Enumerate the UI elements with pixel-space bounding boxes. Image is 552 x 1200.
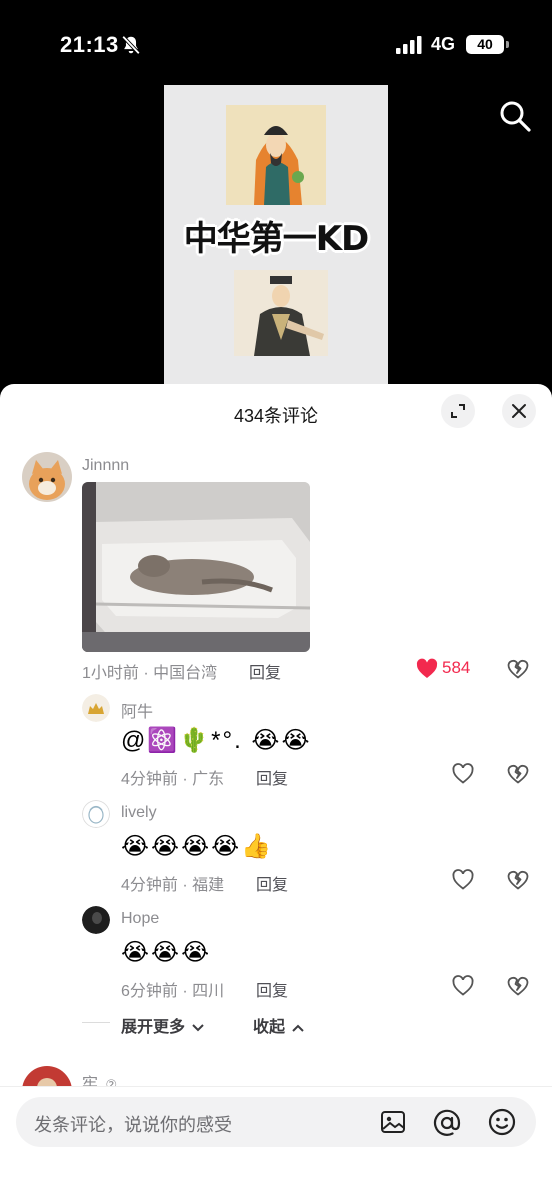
bell-off-icon: [121, 35, 141, 55]
collapse-label: 收起: [253, 1019, 286, 1036]
broken-heart-icon[interactable]: [506, 974, 530, 998]
reply-time-location: 6分钟前 · 四川: [121, 983, 225, 1000]
comment-input[interactable]: 发条评论，说说你的感受: [16, 1097, 536, 1147]
avatar[interactable]: [82, 800, 110, 828]
video-title-overlay: 中华第一KD: [183, 219, 370, 259]
emoji-icon[interactable]: [488, 1108, 516, 1136]
warrior-portrait-image: [234, 270, 328, 356]
expand-button[interactable]: [441, 394, 475, 428]
chevron-up-icon: [292, 1024, 305, 1032]
cat-in-coffin-photo: [82, 482, 310, 652]
reply-text: 😭😭😭: [121, 939, 212, 966]
comment-username[interactable]: Jinnnn: [82, 457, 129, 475]
comment-input-placeholder: 发条评论，说说你的感受: [34, 1115, 232, 1135]
heart-icon[interactable]: [451, 868, 475, 892]
status-bar: 21:13 4G 40: [0, 0, 552, 90]
comment-time-location: 1小时前 · 中国台湾: [82, 665, 218, 682]
at-icon[interactable]: [433, 1109, 461, 1137]
comment-input-bar: 发条评论，说说你的感受: [0, 1086, 552, 1200]
status-time: 21:13: [60, 32, 119, 57]
like-count: 584: [442, 658, 471, 677]
broken-heart-icon[interactable]: [506, 762, 530, 786]
heart-icon[interactable]: [451, 762, 475, 786]
signal-icon: [396, 36, 422, 54]
broken-heart-icon[interactable]: [506, 657, 530, 681]
network-type: 4G: [431, 34, 456, 54]
collapse-button[interactable]: 收起: [253, 1013, 305, 1037]
heart-icon[interactable]: [451, 974, 475, 998]
search-icon[interactable]: [497, 98, 533, 134]
reply-text: 😭😭😭😭👍: [121, 833, 274, 860]
video-player[interactable]: 中华第一KD: [164, 85, 388, 385]
reply-time-location: 4分钟前 · 福建: [121, 877, 225, 894]
avatar[interactable]: [82, 694, 110, 722]
reply-button[interactable]: 回复: [256, 871, 288, 895]
reply-button[interactable]: 回复: [256, 977, 288, 1001]
close-button[interactable]: [502, 394, 536, 428]
reply-button[interactable]: 回复: [256, 765, 288, 789]
emperor-portrait-image: [226, 105, 326, 205]
reply-username[interactable]: 阿牛: [121, 698, 153, 722]
comment-image[interactable]: [82, 482, 310, 652]
close-icon: [512, 404, 526, 418]
heart-icon[interactable]: [415, 657, 439, 681]
avatar[interactable]: [82, 906, 110, 934]
broken-heart-icon[interactable]: [506, 868, 530, 892]
reply-button[interactable]: 回复: [249, 659, 281, 683]
image-icon[interactable]: [380, 1109, 406, 1135]
battery-level: 40: [466, 35, 509, 54]
reply-text: @⚛️🌵*°. 😭😭: [121, 727, 312, 754]
expand-more-label: 展开更多: [121, 1019, 186, 1036]
expand-more-button[interactable]: 展开更多: [121, 1013, 205, 1037]
reply-time-location: 4分钟前 · 广东: [121, 771, 225, 788]
expand-icon: [451, 404, 465, 418]
chevron-down-icon: [192, 1024, 205, 1032]
divider-line: [82, 1022, 110, 1023]
reply-username[interactable]: lively: [121, 804, 157, 822]
comments-sheet: 434条评论 Jinnnn 1小时前 · 中国台湾 回复 584 阿牛 @⚛️🌵…: [0, 384, 552, 1200]
reply-username[interactable]: Hope: [121, 910, 159, 928]
avatar[interactable]: [22, 452, 72, 502]
